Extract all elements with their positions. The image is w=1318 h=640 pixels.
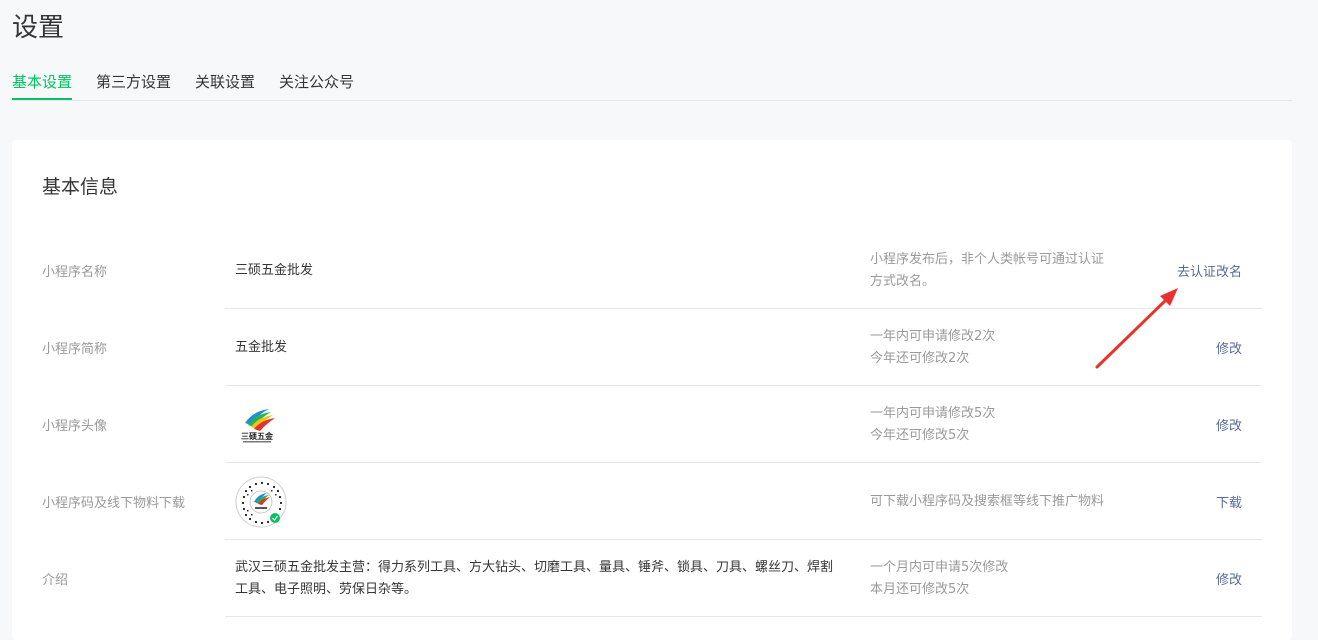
row-mini-program-short-name: 小程序简称 五金批发 一年内可申请修改2次 今年还可修改2次 修改 bbox=[12, 309, 1292, 386]
tab-linked-settings[interactable]: 关联设置 bbox=[195, 70, 255, 100]
avatar-logo-text: 三硕五金 bbox=[241, 431, 274, 441]
mini-program-code-icon bbox=[235, 476, 287, 527]
settings-tab-bar: 基本设置 第三方设置 关联设置 关注公众号 bbox=[12, 70, 1292, 101]
avatar: 三硕五金 bbox=[235, 402, 279, 447]
tip-line: 可下载小程序码及搜索框等线下推广物料 bbox=[870, 493, 1105, 509]
tip-line: 一年内可申请修改5次 bbox=[870, 405, 996, 421]
edit-short-name-link[interactable]: 修改 bbox=[1216, 309, 1242, 386]
tip-line: 小程序发布后，非个人类帐号可通过认证 bbox=[870, 251, 1105, 267]
row-mini-program-name: 小程序名称 三硕五金批发 小程序发布后，非个人类帐号可通过认证 方式改名。 去认… bbox=[12, 232, 1292, 309]
row-label: 小程序名称 bbox=[42, 265, 108, 280]
verify-rename-link[interactable]: 去认证改名 bbox=[1177, 232, 1242, 309]
row-label: 小程序简称 bbox=[42, 342, 108, 357]
row-introduction: 介绍 武汉三硕五金批发主营：得力系列工具、方大钻头、切磨工具、量具、锤斧、锁具、… bbox=[12, 540, 1292, 617]
row-label: 介绍 bbox=[42, 573, 69, 588]
tab-basic-settings[interactable]: 基本设置 bbox=[12, 70, 73, 100]
tab-follow-official-account[interactable]: 关注公众号 bbox=[279, 70, 354, 100]
tip-line: 方式改名。 bbox=[870, 273, 936, 289]
tip-line: 今年还可修改2次 bbox=[870, 350, 970, 366]
tab-third-party-settings[interactable]: 第三方设置 bbox=[96, 70, 171, 100]
row-qr-code-download: 小程序码及线下物料下载 可下载小程序码及搜索框等线下推广物料 下载 bbox=[12, 463, 1292, 540]
row-tip: 一个月内可申请5次修改 本月还可修改5次 bbox=[870, 540, 1132, 617]
mini-program-name-value: 三硕五金批发 bbox=[235, 262, 314, 278]
row-tip: 一年内可申请修改2次 今年还可修改2次 bbox=[870, 309, 1132, 386]
tip-line: 一年内可申请修改2次 bbox=[870, 328, 996, 344]
tip-line: 今年还可修改5次 bbox=[870, 427, 970, 443]
introduction-value: 武汉三硕五金批发主营：得力系列工具、方大钻头、切磨工具、量具、锤斧、锁具、刀具、… bbox=[235, 559, 834, 597]
avatar-container: 三硕五金 bbox=[235, 386, 835, 463]
tip-line: 本月还可修改5次 bbox=[870, 581, 970, 597]
tip-line: 一个月内可申请5次修改 bbox=[870, 559, 1009, 575]
row-divider bbox=[225, 616, 1262, 617]
row-label: 小程序头像 bbox=[42, 419, 108, 434]
row-mini-program-avatar: 小程序头像 三硕五金 一年内可申请修改5次 今年还可修改5次 修改 bbox=[12, 386, 1292, 463]
qr-code-container bbox=[235, 463, 835, 540]
page-title: 设置 bbox=[12, 13, 65, 43]
row-tip: 一年内可申请修改5次 今年还可修改5次 bbox=[870, 386, 1132, 463]
edit-avatar-link[interactable]: 修改 bbox=[1216, 386, 1242, 463]
section-title: 基本信息 bbox=[42, 176, 119, 198]
row-tip: 小程序发布后，非个人类帐号可通过认证 方式改名。 bbox=[870, 232, 1132, 309]
row-label: 小程序码及线下物料下载 bbox=[42, 496, 186, 511]
row-tip: 可下载小程序码及搜索框等线下推广物料 bbox=[870, 463, 1132, 540]
edit-introduction-link[interactable]: 修改 bbox=[1216, 540, 1242, 617]
download-materials-link[interactable]: 下载 bbox=[1216, 463, 1242, 540]
basic-info-card: 基本信息 小程序名称 三硕五金批发 小程序发布后，非个人类帐号可通过认证 方式改… bbox=[12, 140, 1292, 640]
short-name-value: 五金批发 bbox=[235, 339, 288, 355]
